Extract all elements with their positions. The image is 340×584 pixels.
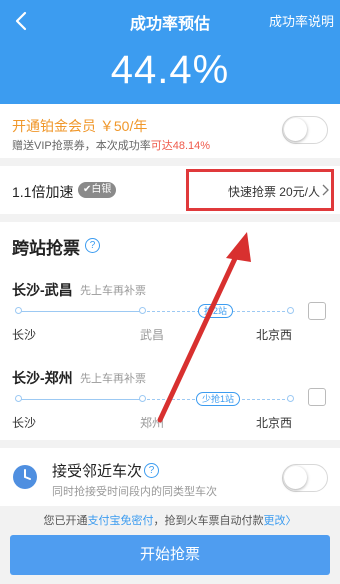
station-dot	[15, 395, 22, 402]
vip-rate-highlight: 可达48.14%	[150, 140, 211, 152]
vip-desc-text: 赠送VIP抢票券，本次成功率	[12, 140, 151, 152]
vip-description: 赠送VIP抢票券，本次成功率可达48.14%	[12, 137, 210, 153]
speed-label: 1.1倍加速	[12, 184, 74, 200]
station-via: 武昌	[140, 328, 165, 342]
route-checkbox[interactable]	[308, 302, 326, 320]
nearby-toggle[interactable]	[282, 464, 328, 492]
start-grab-button[interactable]: 开始抢票	[10, 535, 330, 575]
alipay-link[interactable]: 支付宝免密付	[88, 515, 154, 527]
help-icon[interactable]: ?	[85, 238, 100, 253]
route-name: 长沙-郑州	[12, 370, 73, 386]
success-rate: 44.4%	[110, 48, 230, 92]
nearby-trains-row: 接受邻近车次 ? 同时抢接受时间段内的同类型车次	[0, 448, 340, 506]
nearby-title: 接受邻近车次	[52, 463, 143, 480]
help-icon[interactable]: ?	[144, 463, 159, 478]
notice-middle: ，抢到火车票自动付款	[153, 515, 264, 527]
silver-badge: ✔白银	[78, 182, 117, 198]
chevron-right-icon: 〉	[285, 515, 297, 527]
clock-icon	[13, 465, 37, 489]
transfer-section: 跨站抢票 ? 长沙-武昌 先上车再补票 抢2站 长沙 武昌 北京西 长沙-郑州 …	[0, 222, 340, 440]
route-tag: 少抢1站	[196, 392, 241, 406]
station-dot	[139, 307, 146, 314]
nearby-description: 同时抢接受时间段内的同类型车次	[52, 486, 217, 498]
route-hint: 先上车再补票	[80, 285, 146, 297]
notice-prefix: 您已开通	[43, 515, 88, 527]
station-from: 长沙	[12, 416, 37, 430]
station-dot	[15, 307, 22, 314]
highlight-box	[186, 169, 334, 211]
change-link[interactable]: 更改	[264, 515, 286, 527]
station-from: 长沙	[12, 328, 37, 342]
vip-toggle[interactable]	[282, 116, 328, 144]
vip-membership-row: 开通铂金会员 ￥50/年 赠送VIP抢票券，本次成功率可达48.14%	[0, 104, 340, 158]
header: 成功率预估 成功率说明 44.4%	[0, 0, 340, 104]
route-name: 长沙-武昌	[12, 282, 73, 298]
route-hint: 先上车再补票	[80, 373, 146, 385]
toggle-knob	[284, 118, 307, 141]
route-tag: 抢2站	[198, 304, 234, 318]
station-to: 北京西	[256, 416, 293, 430]
station-dot	[287, 307, 294, 314]
section-title: 跨站抢票	[12, 239, 80, 258]
payment-notice: 您已开通支付宝免密付，抢到火车票自动付款更改〉	[0, 512, 340, 528]
station-dot	[139, 395, 146, 402]
vip-title: 开通铂金会员 ￥50/年	[12, 118, 148, 134]
toggle-knob	[284, 466, 307, 489]
station-via: 郑州	[140, 416, 165, 430]
route-checkbox[interactable]	[308, 388, 326, 406]
station-dot	[287, 395, 294, 402]
badge-label: 白银	[91, 184, 112, 195]
help-link[interactable]: 成功率说明	[269, 11, 334, 30]
station-to: 北京西	[256, 328, 293, 342]
